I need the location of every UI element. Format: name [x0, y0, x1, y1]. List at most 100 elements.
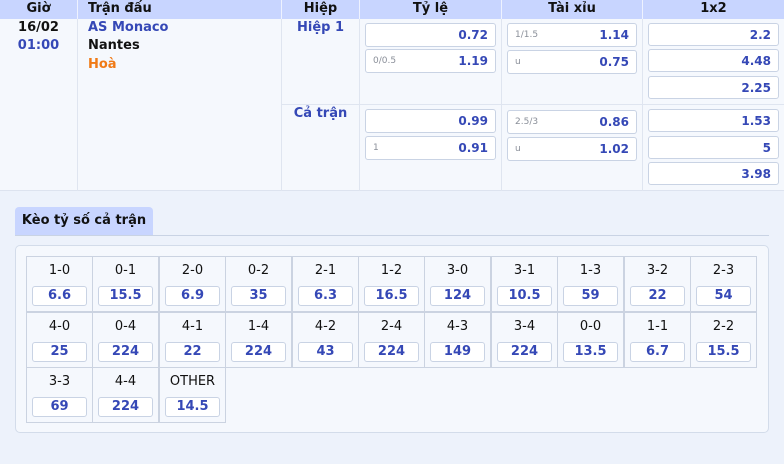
handicap-value: 0.72 [458, 28, 488, 42]
period-first-half: Hiệp 1 [296, 20, 345, 35]
score-odds-button[interactable]: 35 [231, 286, 286, 306]
score-odds-button[interactable]: 25 [32, 342, 87, 362]
x12-draw-button[interactable]: 3.98 [648, 162, 779, 185]
overunder-odds-button[interactable]: u 0.75 [507, 50, 637, 74]
home-team[interactable]: AS Monaco [88, 20, 168, 35]
handicap-odds-button[interactable]: 0.72 [365, 23, 496, 47]
score-cell: 1-3 59 [557, 256, 624, 312]
score-odds-button[interactable]: 69 [32, 397, 87, 417]
draw-label: Hoà [88, 57, 117, 72]
score-label: 4-3 [446, 319, 469, 334]
score-odds-button[interactable]: 6.7 [630, 342, 685, 362]
score-cell: 1-4 224 [225, 312, 292, 368]
score-odds-button[interactable]: 15.5 [98, 286, 153, 306]
handicap-value: 0.91 [458, 141, 488, 155]
score-label: 1-1 [646, 319, 669, 334]
score-odds-button[interactable]: 43 [298, 342, 353, 362]
header-handicap: Tỷ lệ [360, 0, 502, 19]
score-odds-button[interactable]: 22 [165, 342, 220, 362]
score-label: OTHER [169, 374, 216, 389]
tab-correct-score[interactable]: Kèo tỷ số cả trận [15, 207, 153, 235]
score-label: 2-4 [380, 319, 403, 334]
score-cell: OTHER 14.5 [159, 367, 226, 423]
x12-value: 4.48 [741, 54, 771, 68]
x12-away-button[interactable]: 4.48 [648, 49, 779, 72]
score-label: 0-2 [247, 263, 270, 278]
score-label: 3-1 [513, 263, 536, 278]
score-cell: 2-0 6.9 [159, 256, 226, 312]
score-label: 1-2 [380, 263, 403, 278]
score-odds-button[interactable]: 224 [497, 342, 552, 362]
away-team[interactable]: Nantes [88, 38, 140, 53]
match-row: 16/02 01:00 AS Monaco Nantes Hoà Hiệp 1 … [0, 19, 784, 191]
score-cell: 0-2 35 [225, 256, 292, 312]
overunder-value: 1.02 [599, 142, 629, 156]
score-odds-button[interactable]: 6.3 [298, 286, 353, 306]
handicap-odds-button[interactable]: 0.99 [365, 109, 496, 133]
score-odds-button[interactable]: 22 [630, 286, 685, 306]
header-period: Hiệp [282, 0, 360, 19]
overunder-value: 0.86 [599, 115, 629, 129]
overunder-odds-button[interactable]: 1/1.5 1.14 [507, 23, 637, 47]
score-odds-button[interactable]: 59 [563, 286, 618, 306]
score-cell: 4-0 25 [26, 312, 93, 368]
handicap-odds-button[interactable]: 1 0.91 [365, 136, 496, 160]
score-label: 2-0 [181, 263, 204, 278]
header-overunder: Tài xỉu [502, 0, 643, 19]
x12-value: 5 [762, 141, 771, 155]
overunder-value: 1.14 [599, 28, 629, 42]
tab-divider [15, 235, 769, 236]
score-odds-button[interactable]: 124 [430, 286, 485, 306]
score-odds-button[interactable]: 15.5 [696, 342, 751, 362]
score-cell: 2-4 224 [358, 312, 425, 368]
score-cell: 4-2 43 [292, 312, 359, 368]
score-label: 1-0 [48, 263, 71, 278]
score-cell: 4-4 224 [92, 367, 159, 423]
score-odds-button[interactable]: 13.5 [563, 342, 618, 362]
handicap-line: 1 [373, 143, 379, 153]
x12-value: 2.2 [749, 28, 771, 42]
score-label: 4-2 [314, 319, 337, 334]
score-label: 2-1 [314, 263, 337, 278]
overunder-line: u [515, 144, 521, 154]
score-odds-button[interactable]: 6.9 [165, 286, 220, 306]
overunder-odds-button[interactable]: u 1.02 [507, 137, 637, 161]
score-label: 2-2 [712, 319, 735, 334]
score-odds-button[interactable]: 10.5 [497, 286, 552, 306]
score-label: 3-0 [446, 263, 469, 278]
header-time: Giờ [0, 0, 78, 19]
period-divider [282, 104, 784, 105]
score-cell: 1-1 6.7 [624, 312, 691, 368]
x12-home-button[interactable]: 1.53 [648, 109, 779, 132]
score-cell: 1-0 6.6 [26, 256, 93, 312]
score-odds-button[interactable]: 54 [696, 286, 751, 306]
score-odds-button[interactable]: 6.6 [32, 286, 87, 306]
score-odds-button[interactable]: 224 [364, 342, 419, 362]
score-label: 4-0 [48, 319, 71, 334]
score-odds-button[interactable]: 224 [231, 342, 286, 362]
x12-away-button[interactable]: 5 [648, 136, 779, 159]
handicap-line: 0/0.5 [373, 56, 397, 66]
overunder-line: u [515, 57, 521, 67]
handicap-odds-button[interactable]: 0/0.5 1.19 [365, 49, 496, 73]
score-label: 0-0 [579, 319, 602, 334]
score-label: 3-4 [513, 319, 536, 334]
score-odds-button[interactable]: 149 [430, 342, 485, 362]
x12-home-button[interactable]: 2.2 [648, 23, 779, 46]
score-odds-button[interactable]: 224 [98, 342, 153, 362]
score-cell: 2-2 15.5 [690, 312, 757, 368]
score-cell: 1-2 16.5 [358, 256, 425, 312]
score-cell: 3-3 69 [26, 367, 93, 423]
score-odds-button[interactable]: 224 [98, 397, 153, 417]
score-odds-button[interactable]: 14.5 [165, 397, 220, 417]
score-label: 1-3 [579, 263, 602, 278]
x12-value: 3.98 [741, 167, 771, 181]
table-header: Giờ Trận đấu Hiệp Tỷ lệ Tài xỉu 1x2 [0, 0, 784, 19]
period-full-time: Cả trận [293, 106, 348, 121]
score-label: 3-3 [48, 374, 71, 389]
x12-draw-button[interactable]: 2.25 [648, 76, 779, 99]
score-odds-button[interactable]: 16.5 [364, 286, 419, 306]
score-cell: 2-3 54 [690, 256, 757, 312]
overunder-odds-button[interactable]: 2.5/3 0.86 [507, 110, 637, 134]
score-label: 2-3 [712, 263, 735, 278]
